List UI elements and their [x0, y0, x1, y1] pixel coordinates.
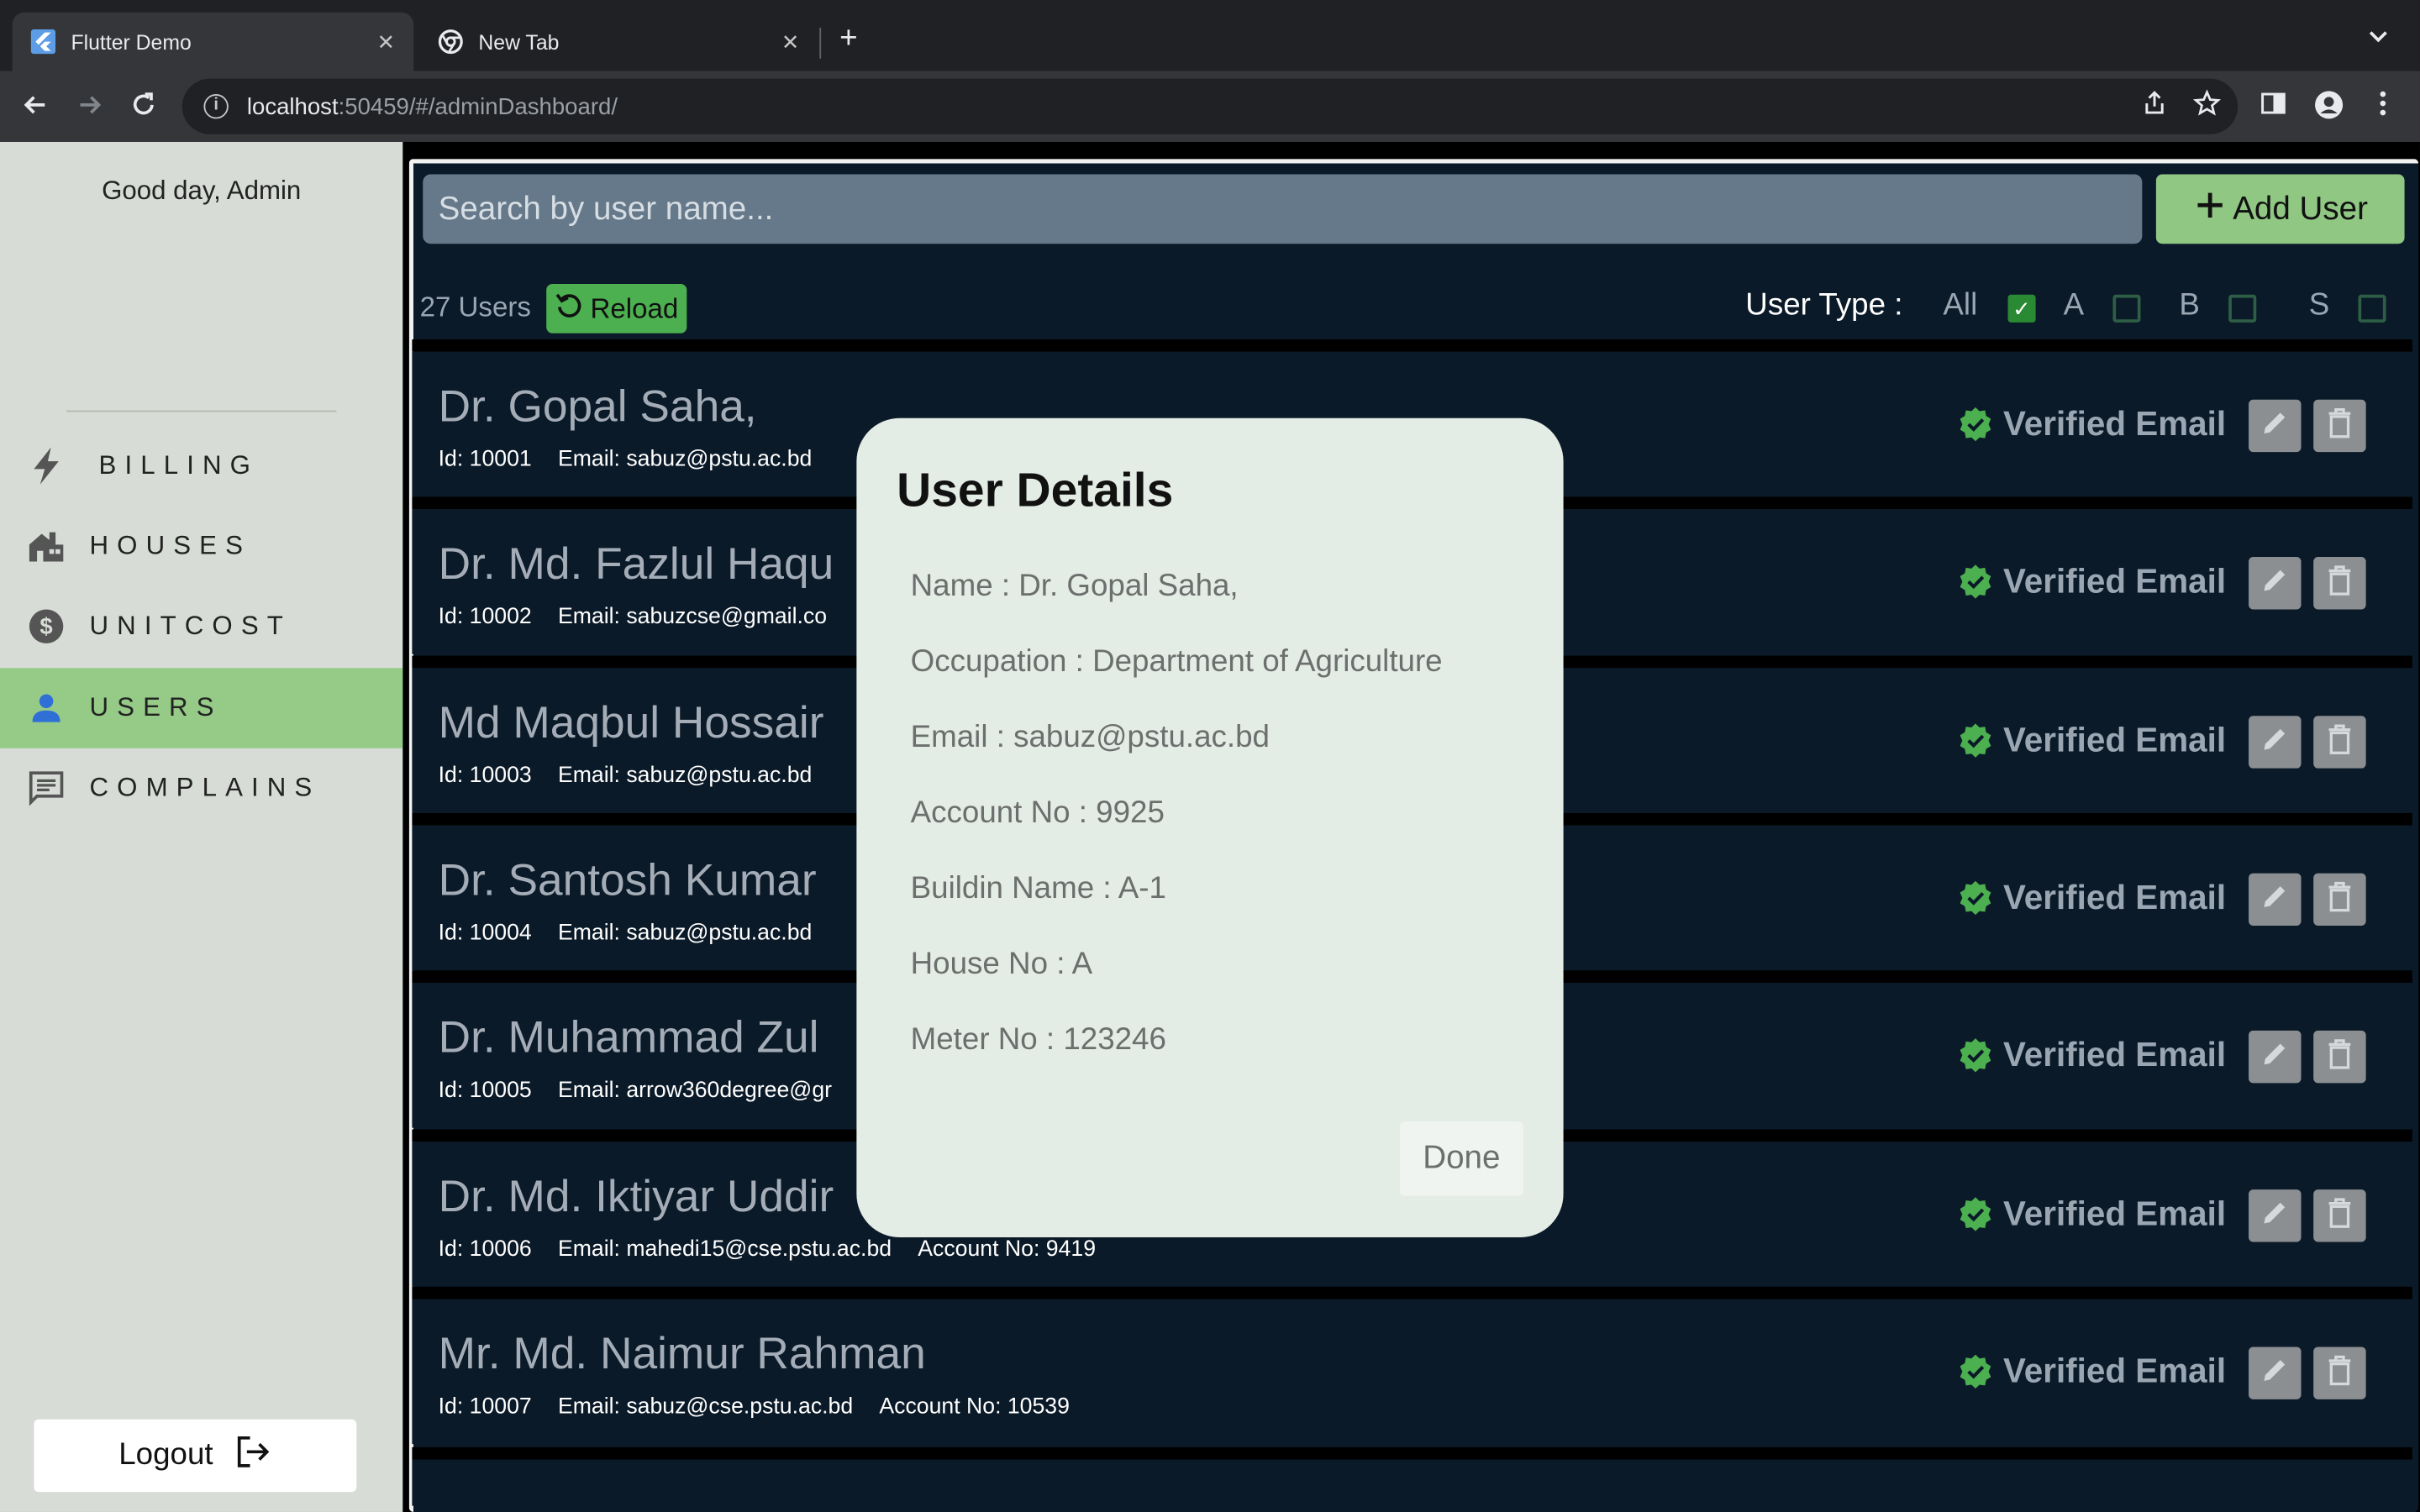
dialog-title: User Details — [897, 463, 1174, 517]
detail-account-no: Account No : 9925 — [910, 795, 1165, 831]
detail-name: Name : Dr. Gopal Saha, — [910, 569, 1239, 604]
detail-email: Email : sabuz@pstu.ac.bd — [910, 720, 1270, 755]
detail-occupation: Occupation : Department of Agriculture — [910, 644, 1443, 680]
detail-meter-no: Meter No : 123246 — [910, 1022, 1166, 1058]
detail-building-name: Buildin Name : A-1 — [910, 871, 1166, 906]
done-button[interactable]: Done — [1399, 1121, 1523, 1196]
detail-house-no: House No : A — [910, 947, 1093, 982]
